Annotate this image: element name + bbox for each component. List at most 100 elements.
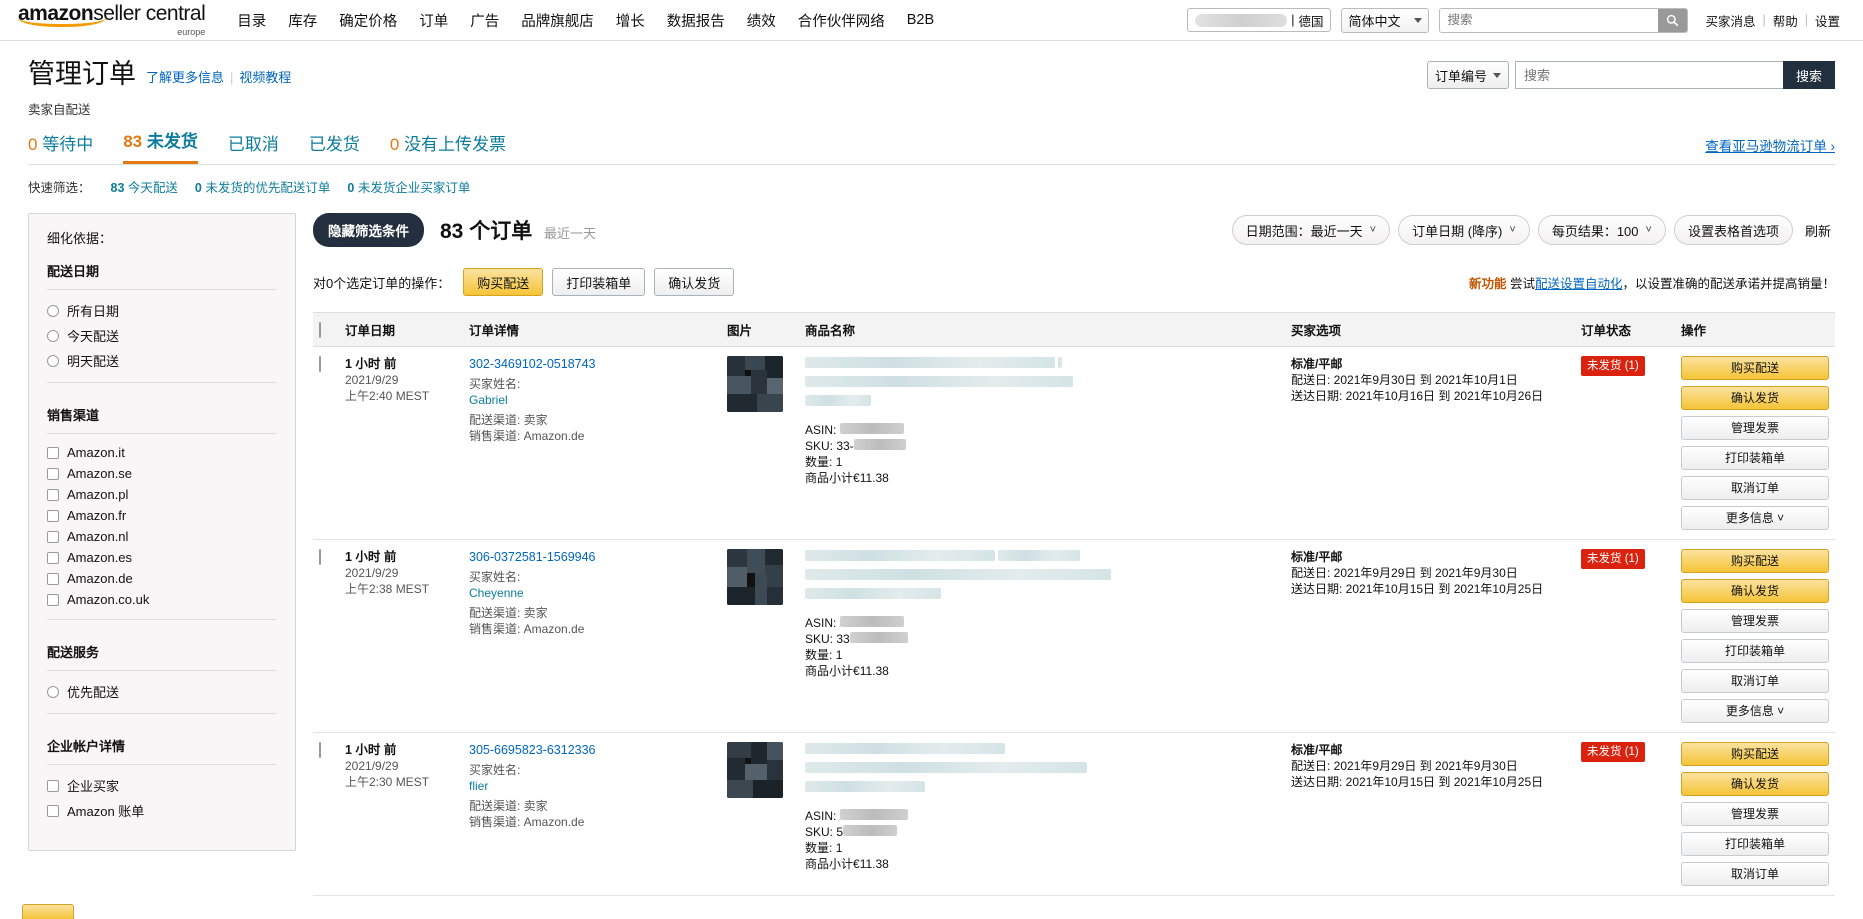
quick-filter-unshipped-business[interactable]: 0 未发货企业买家订单 (347, 177, 470, 196)
radio-icon[interactable] (47, 354, 59, 367)
action-print-packing-slip[interactable]: 打印装箱单 (1681, 832, 1829, 856)
global-search-input[interactable] (1440, 8, 1659, 32)
action-confirm-shipment[interactable]: 确认发货 (1681, 772, 1829, 796)
col-order-details[interactable]: 订单详情 (463, 312, 721, 347)
page-footer-partial-button[interactable] (22, 904, 74, 919)
sidebar-option-amazon-it[interactable]: Amazon.it (47, 442, 277, 463)
action-buy-shipping[interactable]: 购买配送 (1681, 549, 1829, 573)
refresh-button[interactable]: 刷新 (1801, 221, 1835, 240)
tab-shipped[interactable]: 已发货 (309, 130, 360, 164)
row-buyer-name[interactable]: Gabriel (469, 393, 508, 407)
checkbox-icon[interactable] (47, 467, 59, 480)
nav-item-growth[interactable]: 增长 (616, 10, 645, 31)
print-packing-slip-button[interactable]: 打印装箱单 (552, 268, 646, 296)
action-print-packing-slip[interactable]: 打印装箱单 (1681, 446, 1829, 470)
action-cancel-order[interactable]: 取消订单 (1681, 476, 1829, 500)
sidebar-option-amazon-de[interactable]: Amazon.de (47, 568, 277, 589)
sidebar-option-amazon-fr[interactable]: Amazon.fr (47, 505, 277, 526)
row-buyer-name[interactable]: flier (469, 779, 488, 793)
nav-item-catalog[interactable]: 目录 (237, 10, 266, 31)
tab-cancelled[interactable]: 已取消 (228, 130, 279, 164)
promo-link-automation[interactable]: 配送设置自动化 (1535, 277, 1623, 291)
order-search-input[interactable] (1515, 61, 1783, 89)
checkbox-icon[interactable] (47, 804, 59, 817)
sidebar-option-ship-today[interactable]: 今天配送 (47, 323, 277, 348)
checkbox-icon[interactable] (47, 446, 59, 459)
row-order-id[interactable]: 302-3469102-0518743 (469, 357, 596, 371)
global-search[interactable] (1439, 7, 1689, 33)
row-checkbox[interactable] (319, 356, 321, 372)
radio-icon[interactable] (47, 304, 59, 317)
sidebar-option-amazon-couk[interactable]: Amazon.co.uk (47, 589, 277, 610)
checkbox-icon[interactable] (47, 593, 59, 606)
col-order-date[interactable]: 订单日期 (339, 312, 463, 347)
nav-item-brand-store[interactable]: 品牌旗舰店 (521, 10, 594, 31)
checkbox-icon[interactable] (47, 551, 59, 564)
row-buyer-name[interactable]: Cheyenne (469, 586, 524, 600)
sidebar-option-premium-shipping[interactable]: 优先配送 (47, 679, 277, 704)
action-manage-invoice[interactable]: 管理发票 (1681, 802, 1829, 826)
action-buy-shipping[interactable]: 购买配送 (1681, 356, 1829, 380)
store-selector[interactable]: | 德国 (1187, 8, 1332, 32)
row-order-id[interactable]: 305-6695823-6312336 (469, 743, 596, 757)
checkbox-icon[interactable] (47, 572, 59, 585)
action-cancel-order[interactable]: 取消订单 (1681, 669, 1829, 693)
search-icon[interactable] (1658, 8, 1688, 32)
date-range-select[interactable]: 日期范围：最近一天 ˅ (1231, 215, 1391, 245)
row-checkbox[interactable] (319, 742, 321, 758)
radio-icon[interactable] (47, 685, 59, 698)
nav-item-reports[interactable]: 数据报告 (667, 10, 725, 31)
link-settings[interactable]: 设置 (1808, 11, 1847, 30)
link-buyer-messages[interactable]: 买家消息 (1698, 11, 1762, 30)
action-confirm-shipment[interactable]: 确认发货 (1681, 579, 1829, 603)
sidebar-option-amazon-es[interactable]: Amazon.es (47, 547, 277, 568)
buy-shipping-button[interactable]: 购买配送 (463, 268, 544, 296)
sidebar-option-amazon-pl[interactable]: Amazon.pl (47, 484, 277, 505)
tab-pending[interactable]: 0 等待中 (28, 130, 93, 164)
confirm-shipment-button[interactable]: 确认发货 (654, 268, 735, 296)
quick-filter-ship-today[interactable]: 83 今天配送 (111, 177, 178, 196)
sidebar-option-amazon-invoicing[interactable]: Amazon 账单 (47, 798, 277, 823)
nav-item-advertising[interactable]: 广告 (470, 10, 499, 31)
order-search-button[interactable]: 搜索 (1783, 61, 1835, 89)
nav-item-orders[interactable]: 订单 (419, 10, 448, 31)
search-type-select[interactable]: 订单编号 (1426, 61, 1509, 89)
action-print-packing-slip[interactable]: 打印装箱单 (1681, 639, 1829, 663)
action-cancel-order[interactable]: 取消订单 (1681, 862, 1829, 886)
table-preferences-button[interactable]: 设置表格首选项 (1673, 215, 1793, 245)
action-more-info[interactable]: 更多信息 ˅ (1681, 506, 1829, 530)
sidebar-option-business-buyer[interactable]: 企业买家 (47, 773, 277, 798)
nav-item-inventory[interactable]: 库存 (288, 10, 317, 31)
nav-item-pricing[interactable]: 确定价格 (339, 10, 397, 31)
radio-icon[interactable] (47, 329, 59, 342)
action-manage-invoice[interactable]: 管理发票 (1681, 416, 1829, 440)
select-all-checkbox[interactable] (319, 321, 321, 338)
hide-filters-button[interactable]: 隐藏筛选条件 (313, 213, 424, 247)
link-video-tutorial[interactable]: 视频教程 (239, 70, 291, 85)
tab-unshipped[interactable]: 83 未发货 (123, 127, 198, 164)
action-more-info[interactable]: 更多信息 ˅ (1681, 699, 1829, 723)
action-confirm-shipment[interactable]: 确认发货 (1681, 386, 1829, 410)
action-manage-invoice[interactable]: 管理发票 (1681, 609, 1829, 633)
link-learn-more[interactable]: 了解更多信息 (146, 70, 224, 85)
sidebar-option-all-dates[interactable]: 所有日期 (47, 298, 277, 323)
tab-no-invoice-uploaded[interactable]: 0 没有上传发票 (390, 130, 506, 164)
action-buy-shipping[interactable]: 购买配送 (1681, 742, 1829, 766)
nav-item-partner-network[interactable]: 合作伙伴网络 (798, 10, 885, 31)
sidebar-option-ship-tomorrow[interactable]: 明天配送 (47, 348, 277, 373)
product-thumbnail[interactable] (727, 356, 783, 412)
product-thumbnail[interactable] (727, 549, 783, 605)
nav-item-performance[interactable]: 绩效 (747, 10, 776, 31)
row-order-id[interactable]: 306-0372581-1569946 (469, 550, 596, 564)
per-page-select[interactable]: 每页结果：100 ˅ (1537, 215, 1666, 245)
link-view-fba-orders[interactable]: 查看亚马逊物流订单 › (1705, 139, 1835, 154)
product-thumbnail[interactable] (727, 742, 783, 798)
link-help[interactable]: 帮助 (1766, 11, 1805, 30)
row-checkbox[interactable] (319, 549, 321, 565)
checkbox-icon[interactable] (47, 779, 59, 792)
sidebar-option-amazon-nl[interactable]: Amazon.nl (47, 526, 277, 547)
checkbox-icon[interactable] (47, 509, 59, 522)
sort-select[interactable]: 订单日期 (降序) ˅ (1398, 215, 1530, 245)
checkbox-icon[interactable] (47, 530, 59, 543)
language-selector[interactable]: 简体中文 (1341, 7, 1430, 33)
